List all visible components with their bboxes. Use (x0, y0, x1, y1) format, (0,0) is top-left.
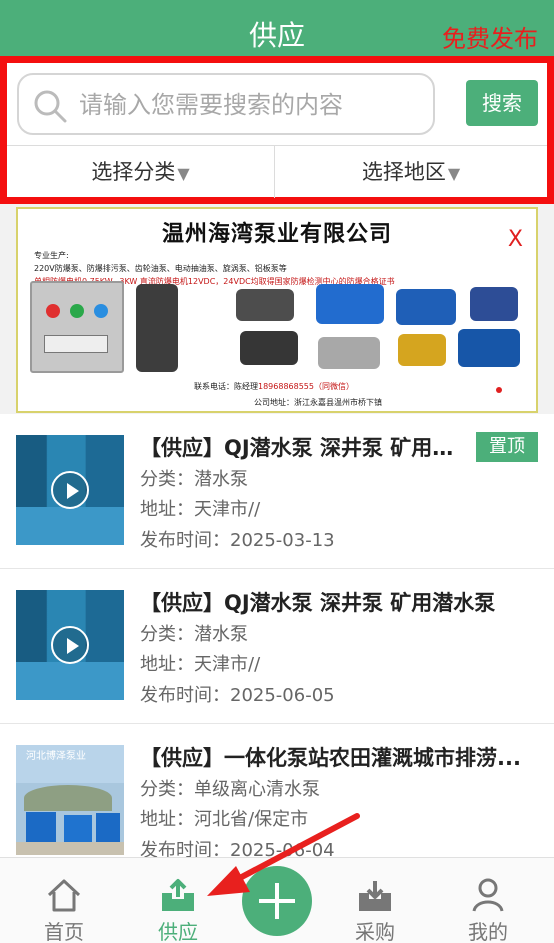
tab-supply-label: 供应 (158, 920, 198, 943)
video-play-icon[interactable] (51, 626, 89, 664)
thumbnail-caption: 河北博泽泵业 (26, 751, 86, 762)
free-publish-button[interactable]: 免费发布 (442, 22, 538, 56)
banner-company-name: 温州海湾泵业有限公司 (161, 222, 392, 247)
tab-supply[interactable]: 供应 (128, 858, 228, 943)
purchase-icon (359, 881, 391, 911)
drum-pump-image (240, 331, 298, 365)
listing-thumbnail[interactable] (16, 590, 124, 700)
silver-pump-image (318, 337, 380, 369)
portable-pump-image (236, 289, 294, 321)
company-ad-banner[interactable]: 温州海湾泵业有限公司 X 专业生产: 220V防爆泵、防爆排污泵、齿轮油泵、电动… (16, 207, 538, 413)
carousel-indicator (496, 387, 502, 393)
listing-category: 分类：潜水泵 (140, 624, 248, 645)
search-input[interactable] (79, 87, 424, 123)
banner-line-1: 专业生产: (34, 251, 69, 260)
submersible-pump-image (136, 284, 178, 372)
tab-home-label: 首页 (44, 920, 84, 943)
bottom-tab-bar: 首页 供应 采购 我的 (0, 857, 554, 943)
tab-home[interactable]: 首页 (14, 858, 114, 943)
listing-thumbnail[interactable] (16, 435, 124, 545)
supply-listing-list: 【供应】QJ潜水泵 深井泵 矿用潜水泵 置顶 分类：潜水泵 地址：天津市// 发… (0, 414, 554, 857)
filter-row: 选择分类 ▼ 选择地区 ▼ (7, 145, 547, 198)
add-post-button[interactable] (242, 866, 312, 936)
supply-icon (162, 879, 194, 911)
search-button[interactable]: 搜索 (466, 80, 538, 126)
motor-pump-image (458, 329, 520, 367)
banner-phone: 18968868555（同微信） (258, 382, 354, 391)
listing-item[interactable]: 【供应】QJ潜水泵 深井泵 矿用潜水泵 置顶 分类：潜水泵 地址：天津市// 发… (0, 414, 554, 569)
tab-purchase[interactable]: 采购 (325, 858, 425, 943)
search-panel: 搜索 选择分类▼ 选择地区▼ (0, 56, 554, 204)
listing-date: 发布时间：2025-06-04 (140, 840, 335, 857)
dropdown-triangle-icon: ▼ (177, 164, 190, 183)
tab-profile[interactable]: 我的 (438, 858, 538, 943)
listing-category: 分类：单级离心清水泵 (140, 779, 320, 800)
listing-thumbnail[interactable]: 河北博泽泵业 (16, 745, 124, 855)
tab-purchase-label: 采购 (355, 920, 395, 943)
gear-pump-image (470, 287, 518, 321)
listing-location: 地址：天津市// (140, 654, 261, 675)
listing-item[interactable]: 河北博泽泵业 【供应】一体化泵站农田灌溉城市排涝... 分类：单级离心清水泵 地… (0, 724, 554, 857)
region-filter-label: 选择地区 (361, 160, 446, 184)
video-play-icon[interactable] (51, 471, 89, 509)
top-listing-badge: 置顶 (476, 432, 538, 462)
banner-contact: 联系电话：陈经理18968868555（同微信） (194, 381, 354, 392)
banner-line-2: 220V防爆泵、防爆排污泵、齿轮油泵、电动抽油泵、旋涡泵、铝板泵等 (34, 264, 287, 273)
explosion-proof-control-box-image (30, 281, 124, 373)
banner-contact-label: 联系电话：陈经理 (194, 382, 258, 391)
home-icon (47, 879, 81, 912)
listing-title: 【供应】QJ潜水泵 深井泵 矿用潜水泵 (140, 436, 465, 460)
listing-category: 分类：潜水泵 (140, 469, 248, 490)
listing-location: 地址：天津市// (140, 499, 261, 520)
region-filter[interactable]: 选择地区 ▼ (275, 146, 547, 198)
banner-address: 公司地址：浙江永嘉县温州市桥下镇 (254, 398, 382, 407)
yellow-pump-image (398, 334, 446, 366)
listing-title: 【供应】QJ潜水泵 深井泵 矿用潜水泵 (140, 591, 496, 615)
category-filter-label: 选择分类 (91, 160, 176, 184)
listing-item[interactable]: 【供应】QJ潜水泵 深井泵 矿用潜水泵 分类：潜水泵 地址：天津市// 发布时间… (0, 569, 554, 724)
app-header: 供应 免费发布 (0, 0, 554, 60)
dropdown-triangle-icon: ▼ (447, 164, 461, 183)
category-filter[interactable]: 选择分类 ▼ (7, 146, 275, 198)
listing-date: 发布时间：2025-03-13 (140, 530, 335, 551)
search-box[interactable] (17, 73, 435, 135)
search-icon (34, 90, 67, 123)
blue-pump-image (316, 284, 384, 324)
listing-location: 地址：河北省/保定市 (140, 809, 309, 830)
tab-profile-label: 我的 (468, 920, 508, 943)
listing-date: 发布时间：2025-06-05 (140, 685, 335, 706)
profile-icon (472, 878, 504, 912)
listing-title: 【供应】一体化泵站农田灌溉城市排涝... (140, 746, 521, 770)
blue-motor-image (396, 289, 456, 325)
